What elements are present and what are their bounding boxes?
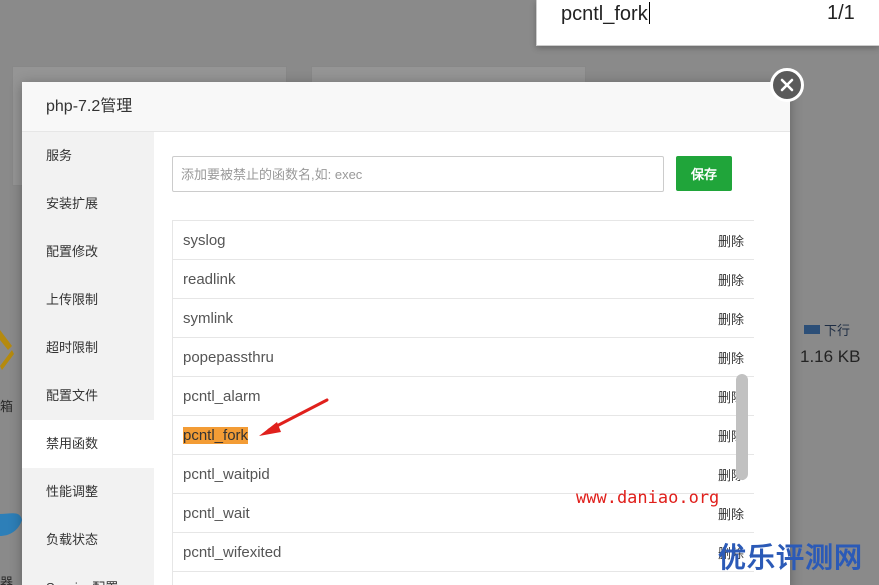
dialog-title: php-7.2管理 bbox=[22, 82, 790, 132]
function-name-highlighted: pcntl_fork bbox=[183, 426, 249, 444]
list-scrollbar-thumb[interactable] bbox=[736, 374, 748, 480]
find-bar: pcntl_fork 1/1 bbox=[536, 0, 879, 46]
function-name: symlink bbox=[183, 309, 234, 327]
sidebar-item-config-edit[interactable]: 配置修改 bbox=[22, 228, 154, 276]
function-row: symlink 删除 bbox=[172, 299, 754, 338]
function-name: pcntl_wait bbox=[183, 504, 250, 522]
legend-swatch bbox=[804, 325, 820, 334]
delete-link[interactable]: 删除 bbox=[718, 348, 744, 367]
sidebar-item-install-extensions[interactable]: 安装扩展 bbox=[22, 180, 154, 228]
find-count: 1/1 bbox=[827, 2, 855, 24]
function-row: readlink 删除 bbox=[172, 260, 754, 299]
php-manager-dialog: php-7.2管理 服务 安装扩展 配置修改 上传限制 超时限制 配置文件 禁用… bbox=[22, 82, 790, 585]
annotation-arrow-icon bbox=[259, 398, 329, 436]
function-name: pcntl_wifexited bbox=[183, 543, 282, 561]
download-value: 1.16 KB bbox=[800, 347, 861, 366]
sidebar-item-performance[interactable]: 性能调整 bbox=[22, 468, 154, 516]
function-name: popepassthru bbox=[183, 348, 274, 366]
function-row: popepassthru 删除 bbox=[172, 338, 754, 377]
delete-link[interactable]: 删除 bbox=[718, 309, 744, 328]
function-name: pcntl_waitpid bbox=[183, 465, 270, 483]
sidebar-item-config-file[interactable]: 配置文件 bbox=[22, 372, 154, 420]
save-button[interactable]: 保存 bbox=[676, 156, 732, 191]
legend-label: 下行 bbox=[824, 323, 851, 338]
sidebar-item-timeout-limit[interactable]: 超时限制 bbox=[22, 324, 154, 372]
tools-icon bbox=[0, 326, 14, 375]
delete-link[interactable]: 删除 bbox=[718, 504, 744, 523]
function-name: readlink bbox=[183, 270, 236, 288]
close-button[interactable] bbox=[770, 68, 804, 102]
sidebar-item-disabled-functions[interactable]: 禁用函数 bbox=[22, 420, 154, 468]
function-row: pcntl_wifstopped 删除 bbox=[172, 572, 754, 585]
delete-link[interactable]: 删除 bbox=[718, 270, 744, 289]
delete-link[interactable]: 删除 bbox=[718, 231, 744, 250]
delete-link[interactable]: 删除 bbox=[718, 582, 744, 585]
watermark-brand: 优乐评测网 bbox=[718, 542, 864, 573]
legend-download: 下行 bbox=[804, 320, 850, 339]
function-name-input[interactable] bbox=[172, 156, 664, 192]
dialog-content: 保存 syslog 删除 readlink 删除 symlink 删除 pope… bbox=[154, 132, 790, 585]
background-text: 器 bbox=[0, 575, 14, 585]
background-text: 箱 bbox=[0, 399, 14, 414]
function-name: pcntl_alarm bbox=[183, 387, 261, 405]
sidebar-item-upload-limit[interactable]: 上传限制 bbox=[22, 276, 154, 324]
sidebar-item-service[interactable]: 服务 bbox=[22, 132, 154, 180]
function-name: syslog bbox=[183, 231, 226, 249]
function-row: syslog 删除 bbox=[172, 221, 754, 260]
close-icon bbox=[780, 78, 794, 92]
find-query[interactable]: pcntl_fork bbox=[561, 2, 650, 26]
function-row: pcntl_wifexited 删除 bbox=[172, 533, 754, 572]
docker-icon bbox=[0, 506, 22, 545]
watermark-url: www.daniao.org bbox=[576, 488, 720, 508]
sidebar-item-session-config[interactable]: Session配置 bbox=[22, 564, 154, 585]
sidebar-item-load-status[interactable]: 负载状态 bbox=[22, 516, 154, 564]
dialog-sidebar: 服务 安装扩展 配置修改 上传限制 超时限制 配置文件 禁用函数 性能调整 负载… bbox=[22, 132, 154, 585]
